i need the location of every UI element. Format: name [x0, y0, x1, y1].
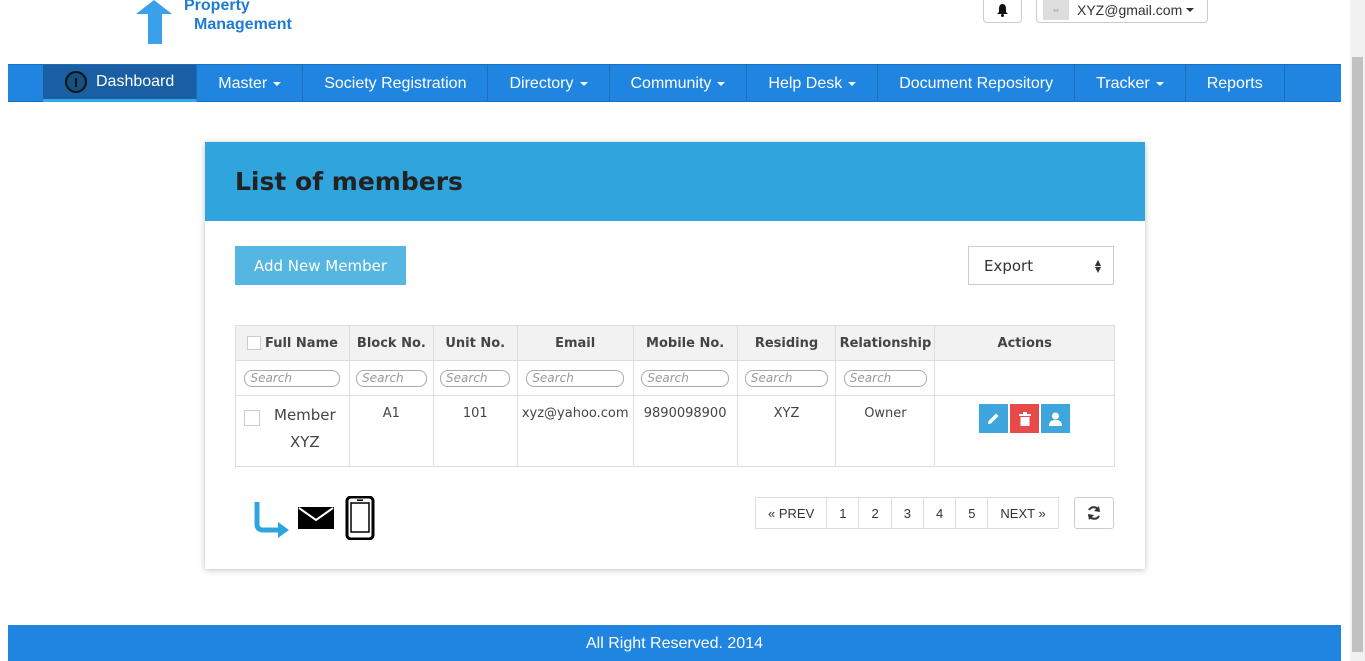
- brand-line1: Property: [184, 0, 250, 14]
- logo-arrow-icon: [136, 0, 172, 44]
- prev-page-button[interactable]: « PREV: [755, 497, 828, 529]
- mobile-phone-icon[interactable]: [345, 496, 375, 540]
- nav-document-repository[interactable]: Document Repository: [878, 65, 1076, 102]
- user-email: XYZ@gmail.com: [1077, 2, 1183, 18]
- members-panel: List of members Add New Member Export ▲ ▼…: [205, 142, 1145, 569]
- share-arrow-icon[interactable]: [251, 498, 291, 538]
- col-mobile-no[interactable]: Mobile No.: [632, 325, 738, 361]
- footer: All Right Reserved. 2014: [8, 625, 1341, 661]
- search-full-name-input[interactable]: Search: [244, 369, 341, 387]
- search-unit-input[interactable]: Search: [440, 369, 511, 387]
- col-relationship[interactable]: Relationship: [835, 325, 936, 361]
- nav-dashboard[interactable]: Dashboard: [43, 65, 198, 102]
- select-arrows-icon: ▲ ▼: [1094, 258, 1101, 274]
- nav-reports[interactable]: Reports: [1186, 65, 1285, 102]
- chevron-down-icon: [1186, 8, 1195, 12]
- cell-block: A1: [348, 395, 434, 467]
- chevron-down-icon: [1155, 81, 1164, 86]
- edit-button[interactable]: [979, 404, 1009, 433]
- page-5-button[interactable]: 5: [955, 497, 989, 529]
- cell-relationship: Owner: [835, 395, 936, 467]
- chevron-down-icon: [579, 81, 588, 86]
- main-navbar: Dashboard Master Society Registration Di…: [8, 64, 1341, 102]
- col-label: Full Name: [264, 335, 338, 351]
- email-icon[interactable]: [297, 505, 335, 531]
- search-residing-input[interactable]: Search: [744, 369, 829, 387]
- delete-button[interactable]: [1010, 404, 1040, 433]
- nav-label: Community: [630, 74, 712, 92]
- refresh-button[interactable]: [1074, 497, 1114, 529]
- refresh-icon: [1088, 506, 1100, 520]
- bell-icon: [997, 4, 1008, 17]
- page-1-button[interactable]: 1: [826, 497, 860, 529]
- members-table: Full Name Block No. Unit No. Email Mobil…: [235, 325, 1115, 467]
- chevron-down-icon: [717, 81, 726, 86]
- page-title: List of members: [235, 167, 463, 196]
- nav-label: Help Desk: [768, 74, 843, 92]
- col-actions: Actions: [934, 325, 1115, 361]
- export-label: Export: [984, 256, 1034, 275]
- select-all-checkbox[interactable]: [246, 336, 261, 350]
- nav-master[interactable]: Master: [197, 65, 304, 102]
- brand-logo[interactable]: Property Management: [130, 0, 330, 48]
- avatar: ▪▪: [1043, 0, 1069, 20]
- panel-header: List of members: [205, 142, 1145, 221]
- nav-label: Directory: [509, 74, 574, 92]
- page-4-button[interactable]: 4: [922, 497, 957, 529]
- nav-label: Master: [218, 74, 268, 92]
- search-actions-empty: [934, 360, 1115, 396]
- cell-mobile: 9890098900: [632, 395, 738, 467]
- notifications-button[interactable]: [983, 0, 1022, 23]
- chevron-down-icon: [273, 81, 282, 86]
- chevron-down-icon: [848, 81, 857, 86]
- col-full-name[interactable]: Full Name: [235, 325, 350, 361]
- nav-community[interactable]: Community: [610, 65, 748, 102]
- nav-label: Document Repository: [899, 74, 1054, 92]
- col-email[interactable]: Email: [516, 325, 634, 361]
- next-page-button[interactable]: NEXT »: [987, 497, 1059, 529]
- brand-line2: Management: [194, 16, 292, 33]
- nav-directory[interactable]: Directory: [488, 65, 610, 102]
- pagination: « PREV 1 2 3 4 5 NEXT »: [755, 497, 1059, 529]
- cell-residing: XYZ: [736, 395, 837, 467]
- share-actions: [251, 496, 375, 540]
- cell-unit: 101: [432, 395, 518, 467]
- cell-actions: [934, 395, 1115, 467]
- user-menu-button[interactable]: ▪▪ XYZ@gmail.com: [1036, 0, 1208, 23]
- row-checkbox[interactable]: [244, 410, 260, 426]
- nav-label: Tracker: [1096, 74, 1150, 92]
- page-3-button[interactable]: 3: [890, 497, 924, 529]
- search-block-input[interactable]: Search: [356, 369, 427, 387]
- nav-label: Reports: [1206, 74, 1263, 92]
- nav-help-desk[interactable]: Help Desk: [747, 65, 879, 102]
- scrollbar-thumb[interactable]: [1352, 57, 1363, 652]
- member-name-line2: XYZ: [289, 433, 320, 451]
- search-email-input[interactable]: Search: [526, 369, 625, 387]
- page-scrollbar[interactable]: [1350, 0, 1365, 661]
- col-unit-no[interactable]: Unit No.: [432, 325, 518, 361]
- add-new-member-button[interactable]: Add New Member: [235, 246, 406, 285]
- dashboard-gauge-icon: [65, 71, 87, 93]
- footer-text: All Right Reserved. 2014: [586, 635, 763, 652]
- trash-icon: [1018, 411, 1031, 426]
- cell-email: xyz@yahoo.com: [516, 395, 634, 467]
- nav-label: Dashboard: [96, 73, 175, 90]
- nav-tracker[interactable]: Tracker: [1075, 65, 1186, 102]
- nav-label: Society Registration: [324, 74, 467, 92]
- member-name-line1: Member: [274, 406, 336, 424]
- pencil-icon: [988, 413, 999, 424]
- col-residing[interactable]: Residing: [736, 325, 837, 361]
- nav-society-registration[interactable]: Society Registration: [303, 65, 489, 102]
- col-block-no[interactable]: Block No.: [348, 325, 434, 361]
- view-member-button[interactable]: [1041, 404, 1071, 433]
- search-relationship-input[interactable]: Search: [843, 369, 928, 387]
- page-2-button[interactable]: 2: [858, 497, 892, 529]
- search-mobile-input[interactable]: Search: [641, 369, 729, 387]
- user-icon: [1049, 412, 1063, 426]
- export-select[interactable]: Export ▲ ▼: [968, 246, 1114, 285]
- table-row: Member XYZ A1 101 xyz@yahoo.com 98900989…: [235, 395, 1115, 467]
